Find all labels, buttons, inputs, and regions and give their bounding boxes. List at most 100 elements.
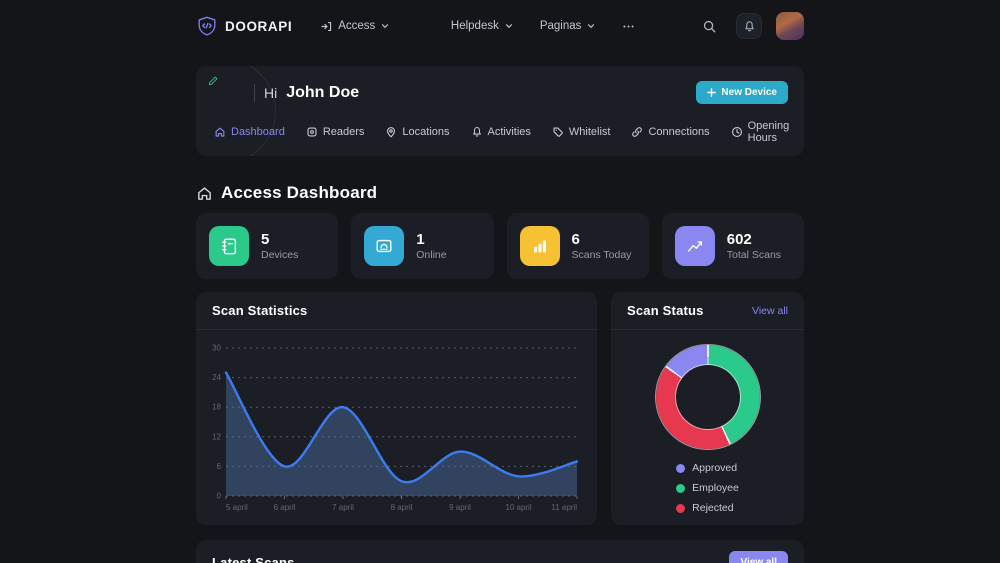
nav-item-helpdesk[interactable]: Helpdesk [451, 20, 514, 32]
scan-status-view-all-link[interactable]: View all [752, 305, 788, 317]
page-heading: Access Dashboard [196, 183, 804, 203]
clock-icon [731, 126, 743, 138]
stat-label: Online [416, 249, 446, 261]
pencil-icon [208, 75, 219, 86]
legend-dot [676, 484, 685, 493]
chevron-down-icon [504, 21, 514, 31]
greeting-divider [254, 84, 255, 102]
tab-label: Activities [488, 126, 531, 138]
scan-status-title: Scan Status [627, 303, 704, 318]
notifications-button[interactable] [736, 13, 762, 39]
nav-item-label: Access [338, 20, 375, 32]
user-avatar[interactable] [776, 12, 804, 40]
brand-logo[interactable]: DOORAPI [196, 15, 292, 37]
tab-label: Connections [648, 126, 709, 138]
tab-label: Dashboard [231, 126, 285, 138]
greeting-prefix: Hi [264, 85, 277, 101]
home-icon [214, 126, 226, 138]
stat-label: Total Scans [727, 249, 781, 261]
svg-text:11 april: 11 april [551, 503, 577, 512]
legend-item-approved: Approved [676, 462, 739, 474]
donut-hole [676, 365, 740, 429]
tab-label: Locations [402, 126, 449, 138]
legend-label: Rejected [692, 502, 733, 514]
ellipsis-icon [622, 20, 635, 33]
svg-text:7 april: 7 april [332, 503, 354, 512]
chevron-down-icon [380, 21, 390, 31]
stat-card-devices: 5 Devices [196, 213, 338, 279]
nav-right-actions [696, 12, 804, 40]
latest-scans-card: Latest Scans View all [196, 540, 804, 563]
tab-dashboard[interactable]: Dashboard [214, 126, 285, 138]
map-pin-icon [385, 126, 397, 138]
stat-card-total-scans: 602 Total Scans [662, 213, 804, 279]
nav-item-label: Paginas [540, 20, 582, 32]
stat-card-online: 1 Online [351, 213, 493, 279]
dashboard-tabs: Dashboard Readers Locations Activities [212, 120, 788, 144]
search-button[interactable] [696, 13, 722, 39]
nav-item-access[interactable]: Access [320, 20, 390, 33]
greeting: Hi John Doe [254, 84, 359, 102]
legend-label: Employee [692, 482, 739, 494]
nav-item-paginas[interactable]: Paginas [540, 20, 597, 32]
page-title: Access Dashboard [221, 183, 377, 203]
svg-text:30: 30 [212, 344, 221, 353]
scan-statistics-card: Scan Statistics 0 6 12 18 24 30 5 april 6 april… [196, 292, 597, 525]
nav-item-label: Helpdesk [451, 20, 499, 32]
stats-row: 5 Devices 1 Online 6 Scans Today [196, 213, 804, 279]
reader-device-icon [364, 226, 404, 266]
scan-status-donut [656, 345, 760, 449]
reader-icon [306, 126, 318, 138]
tab-activities[interactable]: Activities [471, 126, 531, 138]
home-icon [196, 185, 213, 202]
stat-label: Devices [261, 249, 298, 261]
stat-label: Scans Today [572, 249, 632, 261]
latest-scans-view-all-button[interactable]: View all [729, 551, 788, 563]
stat-value: 602 [727, 231, 781, 250]
svg-text:18: 18 [212, 403, 221, 412]
tab-locations[interactable]: Locations [385, 126, 449, 138]
legend-item-rejected: Rejected [676, 502, 739, 514]
tab-readers[interactable]: Readers [306, 126, 365, 138]
tab-whitelist[interactable]: Whitelist [552, 126, 611, 138]
stat-value: 6 [572, 231, 632, 250]
svg-text:8 april: 8 april [391, 503, 413, 512]
tab-label: Whitelist [569, 126, 611, 138]
link-icon [631, 126, 643, 138]
search-icon [702, 19, 717, 34]
legend-label: Approved [692, 462, 737, 474]
svg-text:10 april: 10 april [505, 503, 531, 512]
stat-card-scans-today: 6 Scans Today [507, 213, 649, 279]
bar-chart-icon [520, 226, 560, 266]
chevron-down-icon [586, 21, 596, 31]
svg-text:6: 6 [217, 462, 222, 471]
stat-value: 5 [261, 231, 298, 250]
welcome-card: Hi John Doe New Device Dashboard [196, 66, 804, 156]
legend-item-employee: Employee [676, 482, 739, 494]
svg-text:9 april: 9 april [449, 503, 471, 512]
svg-text:6 april: 6 april [274, 503, 296, 512]
bell-icon [743, 20, 756, 33]
more-menu-button[interactable] [622, 20, 635, 33]
tab-label: Readers [323, 126, 365, 138]
nav-center-menu: Helpdesk Paginas [451, 20, 636, 33]
tab-label: Opening Hours [748, 120, 790, 144]
svg-text:5 april: 5 april [226, 503, 248, 512]
plus-icon [707, 88, 716, 97]
tag-icon [552, 126, 564, 138]
legend-dot [676, 464, 685, 473]
svg-text:24: 24 [212, 373, 221, 382]
tab-connections[interactable]: Connections [631, 126, 709, 138]
latest-scans-title: Latest Scans [212, 555, 295, 563]
tab-opening-hours[interactable]: Opening Hours [731, 120, 790, 144]
new-device-button[interactable]: New Device [696, 81, 788, 104]
shield-logo-icon [196, 15, 218, 37]
bell-icon [471, 126, 483, 138]
scan-statistics-title: Scan Statistics [212, 303, 308, 318]
svg-text:12: 12 [212, 432, 221, 441]
scan-statistics-chart: 0 6 12 18 24 30 5 april 6 april 7 april 8 april 9 … [202, 336, 585, 522]
svg-text:0: 0 [217, 492, 222, 501]
scan-status-legend: Approved Employee Rejected [676, 462, 739, 514]
trend-chart-icon [675, 226, 715, 266]
top-navbar: DOORAPI Access Helpdesk Paginas [0, 0, 1000, 52]
